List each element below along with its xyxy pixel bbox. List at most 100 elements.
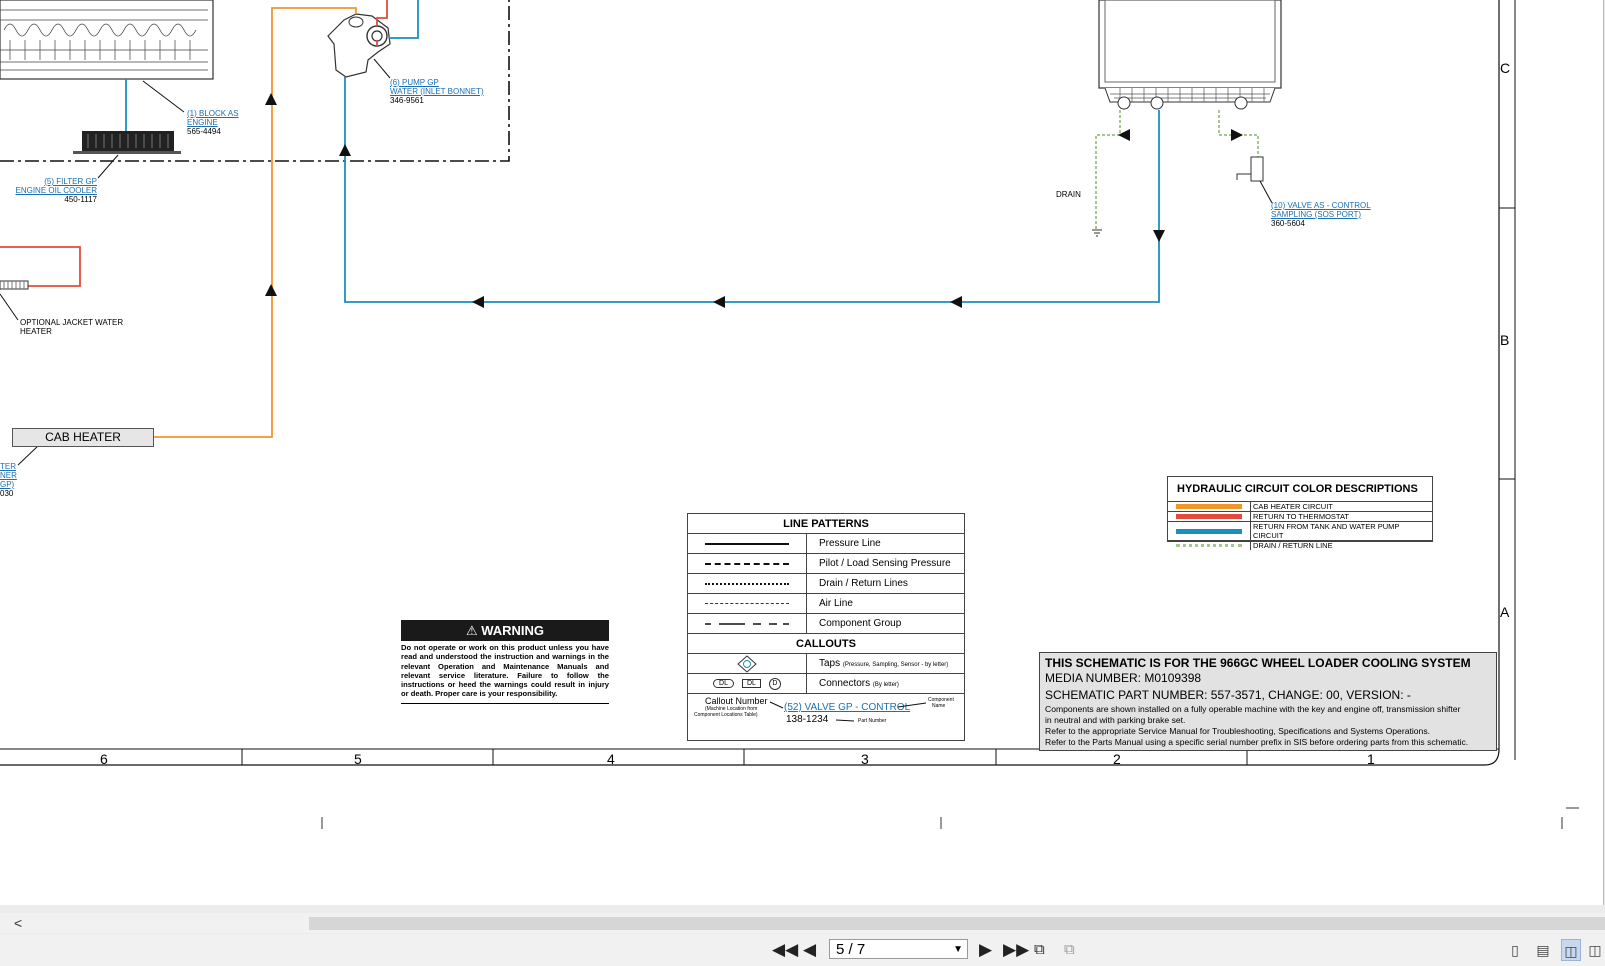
two-page-continuous-icon[interactable]: ◫: [1585, 939, 1605, 961]
schematic-drawing: [0, 0, 1579, 829]
zone-letter-a: A: [1500, 604, 1510, 620]
line-patterns-legend: LINE PATTERNS Pressure Line Pilot / Load…: [687, 513, 965, 741]
go-forward-view-icon[interactable]: ⧉: [1064, 941, 1075, 959]
first-page-icon[interactable]: ◀◀: [772, 941, 798, 959]
continuous-icon[interactable]: ▤: [1533, 939, 1553, 961]
title-block: THIS SCHEMATIC IS FOR THE 966GC WHEEL LO…: [1039, 652, 1497, 751]
connector-oval-icon: DL: [713, 679, 734, 688]
example-leaders: [769, 701, 927, 722]
color-legend-row: RETURN FROM TANK AND WATER PUMP CIRCUIT: [1168, 521, 1432, 541]
title-line-4: Components are shown installed on a full…: [1045, 704, 1461, 714]
pattern-label-drain: Drain / Return Lines: [819, 578, 908, 589]
water-pump-link[interactable]: (6) PUMP GP: [390, 78, 484, 87]
engine-block-part: 565-4494: [187, 127, 221, 136]
sos-valve-part: 360-5604: [1271, 219, 1305, 228]
cab-partial-part: 030: [0, 489, 14, 498]
water-pump-part: 346-9561: [390, 96, 424, 105]
single-page-icon[interactable]: ▯: [1505, 939, 1525, 961]
legend-label-return-tank: RETURN FROM TANK AND WATER PUMP CIRCUIT: [1250, 521, 1432, 541]
title-line-6: Refer to the appropriate Service Manual …: [1045, 726, 1431, 736]
zone-number-6: 6: [100, 751, 108, 767]
pattern-row-pilot: Pilot / Load Sensing Pressure: [688, 554, 964, 574]
color-legend: HYDRAULIC CIRCUIT COLOR DESCRIPTIONS CAB…: [1167, 476, 1433, 550]
scrollbar-thumb[interactable]: [309, 917, 1605, 930]
zone-letter-b: B: [1500, 332, 1510, 348]
zone-number-2: 2: [1113, 751, 1121, 767]
color-legend-row: CAB HEATER CIRCUIT: [1168, 501, 1432, 512]
zone-number-3: 3: [861, 751, 869, 767]
callout-row-taps: Taps (Pressure, Sampling, Sensor - by le…: [688, 654, 964, 674]
connector-rect-icon: DL: [742, 679, 761, 688]
drain-label: DRAIN: [1056, 190, 1081, 199]
scroll-left-button[interactable]: <: [14, 915, 22, 931]
jacket-heater-label-1: OPTIONAL JACKET WATER: [20, 318, 124, 327]
connectors-note: (By letter): [872, 682, 899, 688]
taps-note: (Pressure, Sampling, Sensor - by letter): [842, 662, 949, 668]
document-viewport[interactable]: (1) BLOCK AS ENGINE 565-4494 (6) PUMP GP…: [0, 0, 1605, 905]
last-page-icon[interactable]: ▶▶: [1003, 941, 1029, 959]
jacket-heater-label: OPTIONAL JACKET WATER HEATER: [20, 318, 123, 336]
cab-partial-l2[interactable]: NER: [0, 471, 17, 480]
engine-block-drawing: [0, 0, 214, 80]
color-legend-table: CAB HEATER CIRCUIT RETURN TO THERMOSTAT …: [1168, 501, 1432, 550]
horizontal-scrollbar[interactable]: <: [0, 913, 1605, 933]
pattern-label-pressure: Pressure Line: [819, 538, 881, 549]
callout-row-connectors: DL DL D Connectors (By letter): [688, 674, 964, 694]
cab-partial-l3[interactable]: GP): [0, 480, 17, 489]
taps-label: Taps: [819, 658, 841, 669]
next-page-icon[interactable]: ▶: [979, 941, 992, 959]
cab-heater-box: CAB HEATER: [12, 428, 154, 447]
two-page-icon[interactable]: ◫: [1561, 939, 1581, 961]
pattern-solid-line: [705, 542, 789, 545]
title-line-media: MEDIA NUMBER: M0109398: [1045, 671, 1202, 685]
legend-label-cab-heater: CAB HEATER CIRCUIT: [1250, 501, 1432, 512]
prev-page-icon[interactable]: ◀: [803, 941, 816, 959]
color-legend-title: HYDRAULIC CIRCUIT COLOR DESCRIPTIONS: [1177, 483, 1418, 495]
sos-valve-link-2[interactable]: SAMPLING (SOS PORT): [1271, 210, 1371, 219]
callout-engine-block: (1) BLOCK AS ENGINE 565-4494: [187, 109, 239, 136]
jacket-heater-label-2: HEATER: [20, 327, 52, 336]
cab-partial-l1[interactable]: TER: [0, 462, 17, 471]
pattern-row-component-group: Component Group: [688, 614, 964, 634]
warning-box: ⚠ WARNING Do not operate or work on this…: [401, 620, 609, 704]
pattern-dashed-line: [705, 562, 789, 565]
legend-label-drain-return: DRAIN / RETURN LINE: [1250, 540, 1432, 550]
swatch-drain-return: [1176, 544, 1242, 547]
zone-number-1: 1: [1367, 751, 1375, 767]
jacket-heater-drawing: [0, 280, 29, 290]
pattern-thin-dashed-line: [705, 603, 789, 604]
engine-block-link-2[interactable]: ENGINE: [187, 118, 239, 127]
radiator-drawing: [1098, 0, 1282, 110]
swatch-cab-heater: [1176, 504, 1242, 509]
page-number-select[interactable]: 5 / 7 ▼: [829, 939, 968, 959]
connector-circle-icon: D: [768, 677, 781, 690]
callout-example: Callout Number (Machine Location from Co…: [688, 694, 964, 732]
oil-filter-link[interactable]: (5) FILTER GP: [15, 177, 97, 186]
callout-cab-heater-partial: TER NER GP) 030: [0, 462, 17, 498]
zone-letter-c: C: [1500, 60, 1511, 76]
chevron-down-icon: ▼: [953, 944, 963, 955]
oil-filter-link-2[interactable]: ENGINE OIL COOLER: [15, 186, 98, 195]
line-patterns-title: LINE PATTERNS: [688, 514, 964, 534]
legend-label-return-thermostat: RETURN TO THERMOSTAT: [1250, 511, 1432, 522]
tap-diamond-icon: [737, 654, 757, 673]
callouts-title: CALLOUTS: [688, 634, 964, 654]
color-legend-row: RETURN TO THERMOSTAT: [1168, 511, 1432, 522]
schematic-page: (1) BLOCK AS ENGINE 565-4494 (6) PUMP GP…: [0, 0, 1604, 905]
swatch-return-tank: [1176, 528, 1242, 534]
title-line-1: THIS SCHEMATIC IS FOR THE 966GC WHEEL LO…: [1045, 656, 1471, 670]
sos-valve-drawing: [1236, 156, 1264, 182]
oil-filter-part: 450-1117: [64, 195, 97, 204]
title-line-7: Refer to the Parts Manual using a specif…: [1045, 737, 1469, 747]
title-line-part-number: SCHEMATIC PART NUMBER: 557-3571, CHANGE:…: [1045, 688, 1411, 702]
engine-block-link[interactable]: (1) BLOCK AS: [187, 109, 239, 118]
page-number-value: 5 / 7: [836, 941, 866, 958]
pattern-row-air: Air Line: [688, 594, 964, 614]
pattern-label-component-group: Component Group: [819, 618, 902, 629]
zone-number-4: 4: [607, 751, 615, 767]
sos-valve-link[interactable]: (10) VALVE AS - CONTROL: [1271, 201, 1371, 210]
warning-text: Do not operate or work on this product u…: [401, 641, 609, 704]
warning-icon: ⚠: [465, 623, 478, 638]
water-pump-link-2[interactable]: WATER (INLET BONNET): [390, 87, 484, 96]
go-back-view-icon[interactable]: ⧉: [1034, 941, 1045, 959]
